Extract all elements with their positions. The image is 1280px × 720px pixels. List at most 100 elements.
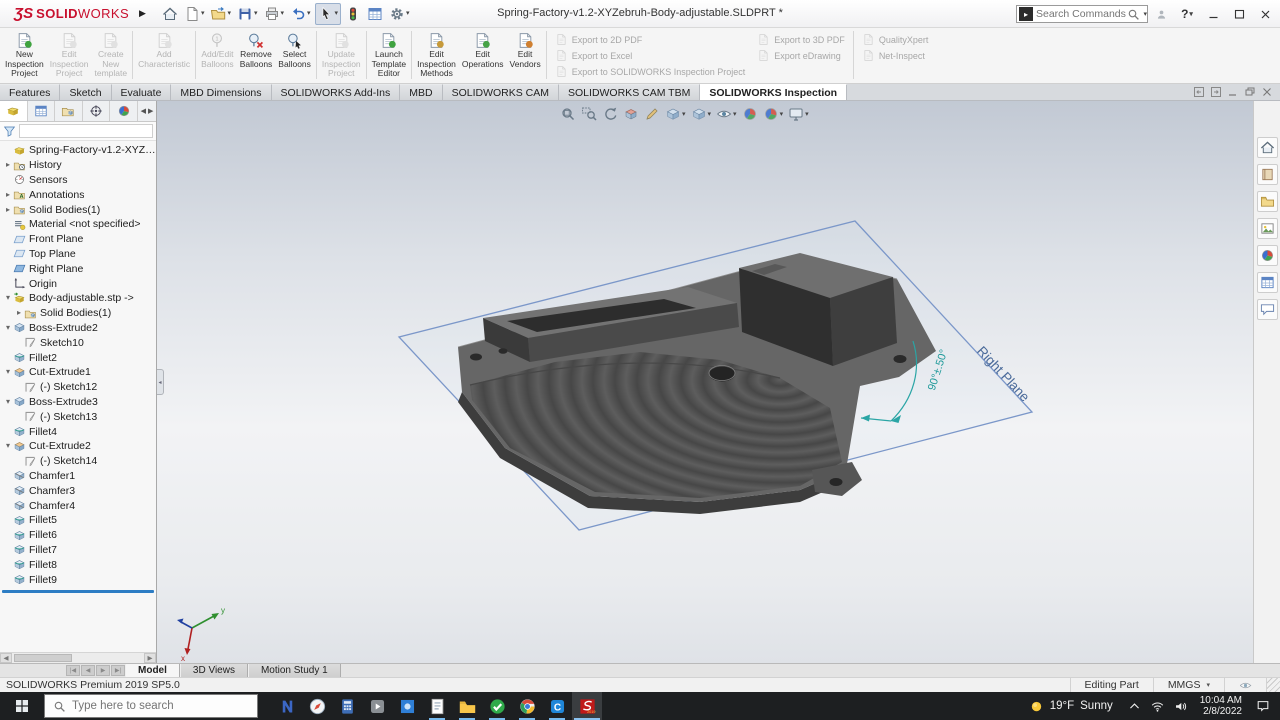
model-part[interactable] — [458, 253, 936, 514]
taskbar-file-explorer-button[interactable] — [452, 692, 482, 720]
taskbar-antivirus-button[interactable] — [482, 692, 512, 720]
collapse-icon[interactable]: ▾ — [3, 442, 13, 450]
wifi-icon[interactable] — [1146, 700, 1169, 713]
launch-template-editor-button[interactable]: Launch Template Editor — [369, 29, 410, 81]
save-caret-icon[interactable]: ▾ — [254, 10, 258, 17]
select-balloons-button[interactable]: Select Balloons — [275, 29, 314, 81]
tab-solidworks-inspection[interactable]: SOLIDWORKS Inspection — [700, 84, 847, 100]
taskpane-home-button[interactable] — [1257, 137, 1278, 158]
edit-inspection-methods-button[interactable]: Edit Inspection Methods — [414, 29, 459, 81]
print-caret-icon[interactable]: ▾ — [281, 10, 285, 17]
collapse-icon[interactable]: ▾ — [3, 324, 13, 332]
remove-balloons-button[interactable]: Remove Balloons — [237, 29, 276, 81]
clock[interactable]: 10:04 AM 2/8/2022 — [1192, 695, 1250, 717]
notification-center-icon[interactable] — [1250, 699, 1280, 713]
tree-item-fillet5[interactable]: Fillet5 — [0, 513, 156, 528]
taskpane-view-palette-button[interactable] — [1257, 218, 1278, 239]
tag-icon[interactable] — [1224, 678, 1266, 692]
last-tab-icon[interactable]: ▶| — [111, 665, 125, 676]
maximize-button[interactable] — [1230, 5, 1248, 23]
tree-item-boss-extrude2[interactable]: ▾Boss-Extrude2 — [0, 321, 156, 336]
taskpane-design-library-button[interactable] — [1257, 164, 1278, 185]
search-icon[interactable] — [1127, 8, 1140, 21]
tree-item-fillet9[interactable]: Fillet9 — [0, 572, 156, 587]
taskbar-browser-compass-button[interactable] — [302, 692, 332, 720]
tree-item-cut-extrude2[interactable]: ▾Cut-Extrude2 — [0, 439, 156, 454]
tray-chevron-icon[interactable] — [1123, 700, 1146, 713]
tree-item-sketch14[interactable]: (-) Sketch14 — [0, 454, 156, 469]
tree-item-fillet6[interactable]: Fillet6 — [0, 528, 156, 543]
taskbar-notes-button[interactable] — [422, 692, 452, 720]
solidworks-logo[interactable]: ƷS SOLID WORKS — [0, 5, 135, 22]
next-tab-icon[interactable]: ▶ — [96, 665, 110, 676]
doc-minimize-icon[interactable] — [1228, 87, 1238, 97]
units-selector[interactable]: MMGS▾ — [1153, 678, 1224, 692]
performance-button[interactable] — [343, 4, 363, 24]
panel-tab-property-manager[interactable] — [28, 101, 56, 121]
tree-item-boss-extrude3[interactable]: ▾Boss-Extrude3 — [0, 395, 156, 410]
doc-close-icon[interactable] — [1262, 87, 1272, 97]
tree-item-right-plane[interactable]: Right Plane — [0, 261, 156, 276]
select-button[interactable]: ▾ — [315, 3, 342, 25]
edit-vendors-button[interactable]: Edit Vendors — [507, 29, 544, 81]
print-button[interactable]: ▾ — [262, 4, 287, 24]
tree-item-front-plane[interactable]: Front Plane — [0, 232, 156, 247]
taskbar-search-box[interactable] — [44, 694, 258, 718]
taskbar-photos-button[interactable] — [392, 692, 422, 720]
tree-item-history[interactable]: ▸History — [0, 158, 156, 173]
panel-tab-feature-manager[interactable] — [0, 101, 28, 121]
tree-item-top-plane[interactable]: Top Plane — [0, 247, 156, 262]
tab-mbd[interactable]: MBD — [400, 84, 442, 100]
new-document-caret-icon[interactable]: ▾ — [201, 10, 205, 17]
taskbar-search-input[interactable] — [72, 700, 249, 712]
tree-item-sensors[interactable]: Sensors — [0, 173, 156, 188]
search-commands-box[interactable]: ▸ ▾ — [1016, 5, 1148, 23]
taskbar-calculator-button[interactable] — [332, 692, 362, 720]
tab-sketch[interactable]: Sketch — [60, 84, 111, 100]
dock-left-icon[interactable] — [1194, 87, 1204, 97]
panel-horizontal-scrollbar[interactable]: ◀ ▶ — [0, 652, 156, 663]
panel-tab-configuration-manager[interactable] — [55, 101, 83, 121]
taskpane-appearances-button[interactable] — [1257, 245, 1278, 266]
panel-tab-arrows[interactable]: ◀ ▶ — [138, 101, 156, 121]
panel-splitter-handle[interactable]: ◂ — [157, 369, 164, 395]
collapse-icon[interactable]: ▾ — [3, 294, 13, 302]
tree-item-solid-bodies-1[interactable]: ▸Solid Bodies(1) — [0, 306, 156, 321]
tree-item-solid-bodies-1[interactable]: ▸Solid Bodies(1) — [0, 202, 156, 217]
tab-features[interactable]: Features — [0, 84, 60, 100]
tree-item-chamfer3[interactable]: Chamfer3 — [0, 483, 156, 498]
undo-caret-icon[interactable]: ▾ — [307, 10, 311, 17]
user-account-icon[interactable] — [1152, 5, 1170, 23]
search-caret-icon[interactable]: ▾ — [1143, 11, 1147, 18]
doc-restore-icon[interactable] — [1245, 87, 1255, 97]
help-button[interactable]: ?▾ — [1178, 5, 1196, 23]
collapse-icon[interactable]: ▾ — [3, 368, 13, 376]
tree-item-sketch10[interactable]: Sketch10 — [0, 335, 156, 350]
new-inspection-project-button[interactable]: New Inspection Project — [2, 29, 47, 81]
model-tab-3d-views[interactable]: 3D Views — [180, 664, 248, 677]
taskbar-onenote-button[interactable] — [272, 692, 302, 720]
taskpane-custom-properties-button[interactable] — [1257, 272, 1278, 293]
tree-item-fillet7[interactable]: Fillet7 — [0, 543, 156, 558]
tab-mbd-dimensions[interactable]: MBD Dimensions — [171, 84, 271, 100]
tab-solidworks-add-ins[interactable]: SOLIDWORKS Add-Ins — [272, 84, 401, 100]
scroll-right-icon[interactable]: ▶ — [144, 653, 156, 663]
taskbar-solidworks-button[interactable] — [572, 692, 602, 720]
rollback-bar[interactable] — [2, 590, 154, 593]
tree-item-fillet2[interactable]: Fillet2 — [0, 350, 156, 365]
expand-icon[interactable]: ▸ — [3, 161, 13, 169]
save-button[interactable]: ▾ — [235, 4, 260, 24]
model-tab-model[interactable]: Model — [125, 664, 180, 677]
volume-icon[interactable] — [1169, 700, 1192, 713]
taskbar-media-app-button[interactable] — [362, 692, 392, 720]
taskbar-c-app-button[interactable] — [542, 692, 572, 720]
tree-item-cut-extrude1[interactable]: ▾Cut-Extrude1 — [0, 365, 156, 380]
dock-right-icon[interactable] — [1211, 87, 1221, 97]
tree-item-body-adjustable-stp[interactable]: ▾Body-adjustable.stp -> — [0, 291, 156, 306]
taskbar-chrome-button[interactable] — [512, 692, 542, 720]
search-commands-input[interactable] — [1036, 8, 1127, 20]
expand-icon[interactable]: ▸ — [3, 191, 13, 199]
collapse-icon[interactable]: ▾ — [3, 398, 13, 406]
tree-item-sketch12[interactable]: (-) Sketch12 — [0, 380, 156, 395]
weather-widget[interactable]: 19°F Sunny — [1019, 699, 1123, 714]
